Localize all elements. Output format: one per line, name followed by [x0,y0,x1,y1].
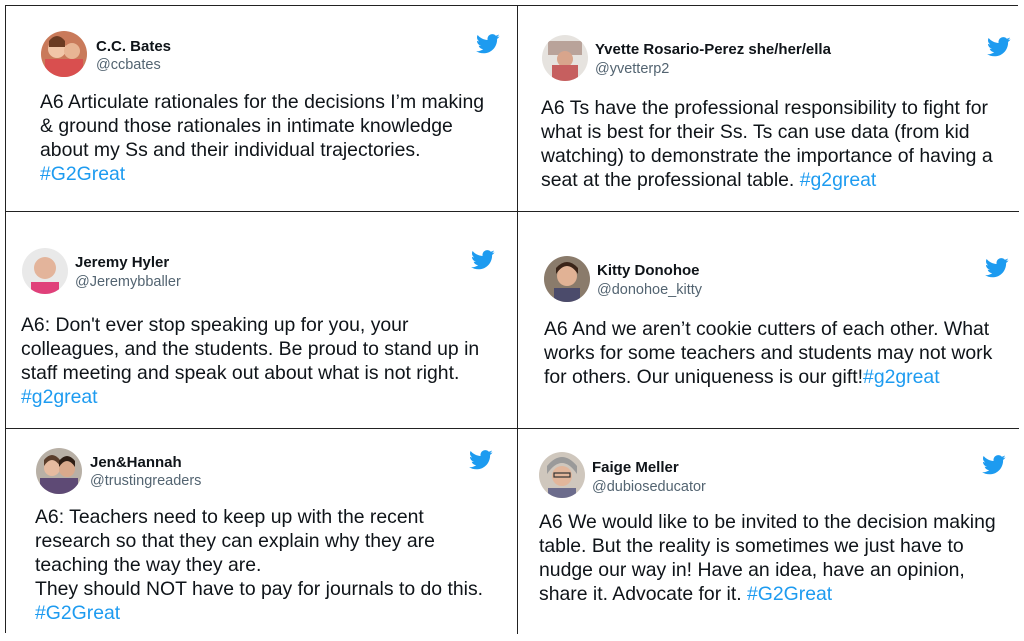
author-handle[interactable]: @donohoe_kitty [597,282,702,298]
tweet-card-ccbates[interactable]: C.C. Bates @ccbates A6 Articulate ration… [6,6,518,212]
tweet-body: A6 Articulate rationales for the decisio… [40,91,485,161]
hashtag-link[interactable]: #g2great [21,386,98,408]
tweet-text: A6 We would like to be invited to the de… [539,510,996,606]
avatar[interactable] [22,248,68,294]
twitter-bird-icon [987,37,1011,57]
author-handle[interactable]: @Jeremybballer [75,274,181,290]
avatar[interactable] [544,256,590,302]
tweet-body: A6 Ts have the professional responsibili… [541,97,993,191]
hashtag-link[interactable]: #G2Great [40,163,125,185]
author-handle[interactable]: @ccbates [96,57,161,73]
author-handle[interactable]: @trustingreaders [90,473,201,489]
twitter-bird-icon [469,450,493,470]
tweet-card-trustingreaders[interactable]: Jen&Hannah @trustingreaders A6: Teachers… [6,429,518,634]
tweet-card-jeremybballer[interactable]: Jeremy Hyler @Jeremybballer A6: Don't ev… [6,212,518,429]
tweet-card-donohoe-kitty[interactable]: Kitty Donohoe @donohoe_kitty A6 And we a… [518,212,1019,429]
tweet-text: A6: Don't ever stop speaking up for you,… [21,313,479,409]
author-name[interactable]: Kitty Donohoe [597,262,700,279]
tweet-body: A6: Don't ever stop speaking up for you,… [21,314,480,384]
avatar[interactable] [542,35,588,81]
author-name[interactable]: C.C. Bates [96,38,171,55]
twitter-bird-icon [476,34,500,54]
author-handle[interactable]: @dubioseducator [592,479,706,495]
tweet-text: A6 And we aren’t cookie cutters of each … [544,317,992,389]
hashtag-link[interactable]: #G2Great [35,602,120,624]
twitter-bird-icon [985,258,1009,278]
avatar[interactable] [41,31,87,77]
author-name[interactable]: Yvette Rosario-Perez she/her/ella [595,41,831,58]
twitter-bird-icon [471,250,495,270]
author-name[interactable]: Jen&Hannah [90,454,182,471]
hashtag-link[interactable]: #g2great [863,366,940,388]
tweet-text: A6: Teachers need to keep up with the re… [35,505,483,625]
hashtag-link[interactable]: #g2great [800,169,877,191]
tweet-card-yvetterp2[interactable]: Yvette Rosario-Perez she/her/ella @yvett… [518,6,1019,212]
hashtag-link[interactable]: #G2Great [747,583,832,605]
tweet-card-dubioseducator[interactable]: Faige Meller @dubioseducator A6 We would… [518,429,1019,634]
avatar[interactable] [36,448,82,494]
tweet-text: A6 Articulate rationales for the decisio… [40,90,484,186]
avatar[interactable] [539,452,585,498]
author-name[interactable]: Faige Meller [592,459,679,476]
twitter-bird-icon [982,455,1006,475]
tweet-grid: C.C. Bates @ccbates A6 Articulate ration… [5,5,1019,634]
author-handle[interactable]: @yvetterp2 [595,61,669,77]
tweet-text: A6 Ts have the professional responsibili… [541,96,993,192]
tweet-body: A6: Teachers need to keep up with the re… [35,506,484,600]
author-name[interactable]: Jeremy Hyler [75,254,169,271]
